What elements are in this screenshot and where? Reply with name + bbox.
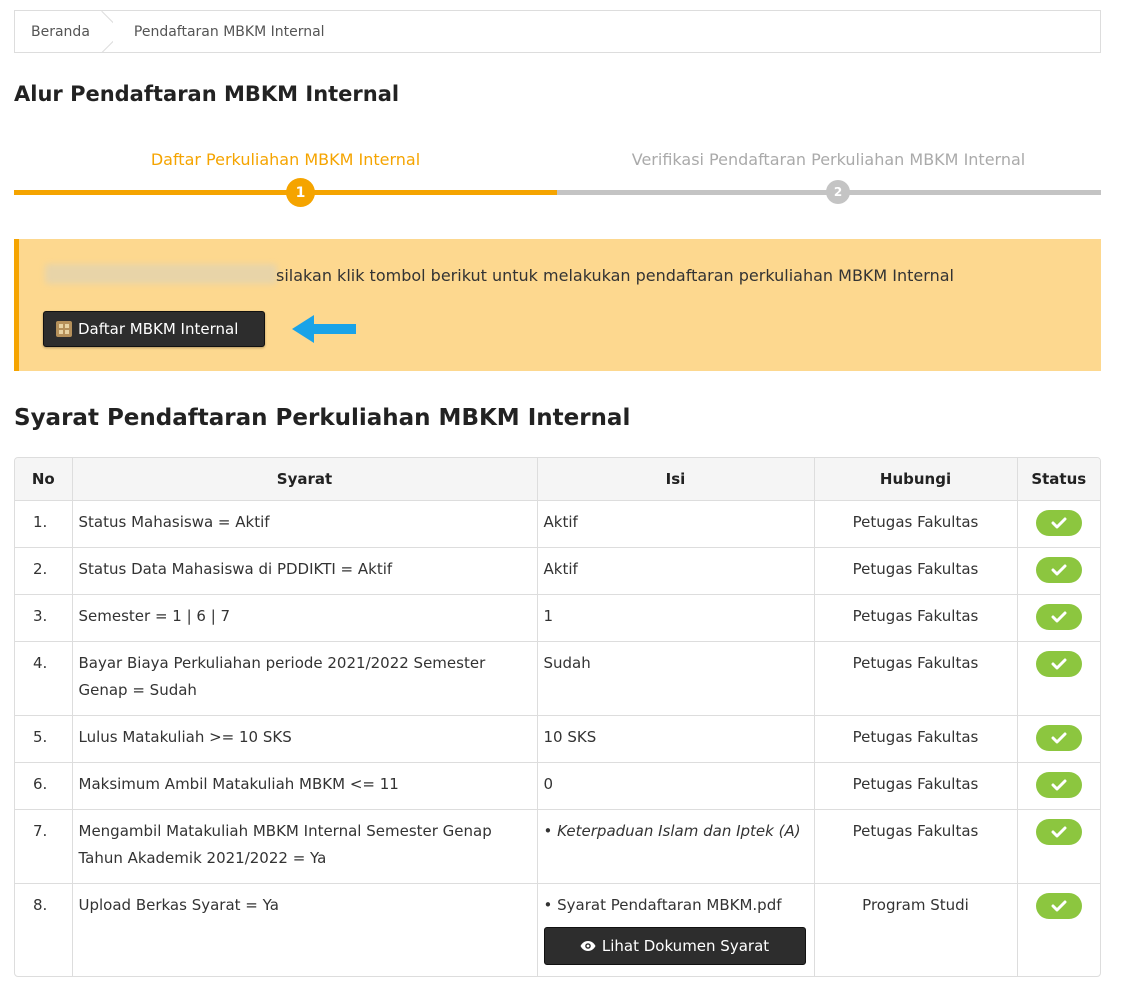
status-ok-badge: [1035, 771, 1082, 798]
student-name-redacted: [45, 264, 277, 284]
cell-syarat: Status Data Mahasiswa di PDDIKTI = Aktif: [72, 546, 538, 594]
breadcrumb-current: Pendaftaran MBKM Internal: [106, 11, 325, 52]
cell-hubungi: Petugas Fakultas: [814, 593, 1018, 641]
status-ok-badge: [1035, 892, 1082, 919]
requirements-table: No Syarat Isi Hubungi Status 1. Status M…: [14, 457, 1101, 977]
check-icon: [1051, 658, 1067, 669]
cell-no: 6.: [15, 761, 73, 809]
cell-no: 4.: [15, 640, 73, 715]
column-header-status: Status: [1017, 458, 1100, 501]
cell-syarat: Upload Berkas Syarat = Ya: [72, 882, 538, 976]
arrow-left-icon: [292, 315, 356, 343]
cell-syarat: Mengambil Matakuliah MBKM Internal Semes…: [72, 808, 538, 883]
cell-isi: Aktif: [537, 546, 815, 594]
check-icon: [1051, 564, 1067, 575]
check-icon: [1051, 779, 1067, 790]
cell-isi: Sudah: [537, 640, 815, 715]
cell-isi: Aktif: [537, 500, 815, 547]
cell-syarat: Lulus Matakuliah >= 10 SKS: [72, 714, 538, 762]
eye-icon: [580, 940, 596, 951]
step-1-indicator: 1: [286, 178, 315, 207]
view-document-button[interactable]: Lihat Dokumen Syarat: [543, 926, 806, 965]
cell-syarat: Semester = 1 | 6 | 7: [72, 593, 538, 641]
column-header-hubungi: Hubungi: [814, 458, 1018, 501]
step-1-label: Daftar Perkuliahan MBKM Internal: [150, 150, 421, 169]
status-ok-badge: [1035, 724, 1082, 751]
check-icon: [1051, 611, 1067, 622]
check-icon: [1051, 900, 1067, 911]
cell-syarat: Status Mahasiswa = Aktif: [72, 500, 538, 547]
page-title: Alur Pendaftaran MBKM Internal: [14, 82, 400, 106]
column-header-isi: Isi: [537, 458, 815, 501]
view-document-button-label: Lihat Dokumen Syarat: [601, 936, 770, 955]
cell-status: [1017, 714, 1100, 762]
cell-hubungi: Petugas Fakultas: [814, 714, 1018, 762]
table-row: 1. Status Mahasiswa = Aktif Aktif Petuga…: [15, 500, 1100, 547]
cell-isi: 1: [537, 593, 815, 641]
daftar-mbkm-button-label: Daftar MBKM Internal: [78, 320, 239, 338]
cell-status: [1017, 500, 1100, 547]
cell-status: [1017, 882, 1100, 976]
cell-status: [1017, 808, 1100, 883]
breadcrumb-home-label: Beranda: [31, 23, 90, 40]
university-logo-icon: [56, 321, 72, 337]
breadcrumb-home-link[interactable]: Beranda: [15, 11, 106, 52]
requirements-title: Syarat Pendaftaran Perkuliahan MBKM Inte…: [14, 405, 631, 431]
cell-isi: • Syarat Pendaftaran MBKM.pdf Lihat Doku…: [537, 882, 815, 976]
cell-status: [1017, 640, 1100, 715]
step-2-label: Verifikasi Pendaftaran Perkuliahan MBKM …: [631, 150, 1026, 169]
table-row: 2. Status Data Mahasiswa di PDDIKTI = Ak…: [15, 546, 1100, 594]
cell-no: 3.: [15, 593, 73, 641]
status-ok-badge: [1035, 509, 1082, 536]
status-ok-badge: [1035, 818, 1082, 845]
status-ok-badge: [1035, 650, 1082, 677]
cell-isi: • Keterpaduan Islam dan Iptek (A): [537, 808, 815, 883]
cell-no: 2.: [15, 546, 73, 594]
cell-hubungi: Program Studi: [814, 882, 1018, 976]
document-name: • Syarat Pendaftaran MBKM.pdf: [543, 895, 782, 914]
cell-no: 7.: [15, 808, 73, 883]
progress-stepper: Daftar Perkuliahan MBKM Internal Verifik…: [14, 140, 1101, 210]
status-ok-badge: [1035, 603, 1082, 630]
cell-syarat-text: Bayar Biaya Perkuliahan periode 2021/202…: [78, 653, 486, 699]
status-ok-badge: [1035, 556, 1082, 583]
check-icon: [1051, 517, 1067, 528]
cell-hubungi: Petugas Fakultas: [814, 500, 1018, 547]
table-row: 3. Semester = 1 | 6 | 7 1 Petugas Fakult…: [15, 593, 1100, 641]
table-row: 8. Upload Berkas Syarat = Ya • Syarat Pe…: [15, 882, 1100, 976]
cell-status: [1017, 546, 1100, 594]
cell-no: 1.: [15, 500, 73, 547]
cell-hubungi: Petugas Fakultas: [814, 761, 1018, 809]
check-icon: [1051, 732, 1067, 743]
daftar-mbkm-button[interactable]: Daftar MBKM Internal: [43, 311, 265, 347]
table-row: 5. Lulus Matakuliah >= 10 SKS 10 SKS Pet…: [15, 714, 1100, 762]
table-header-row: No Syarat Isi Hubungi Status: [15, 458, 1100, 501]
cell-hubungi: Petugas Fakultas: [814, 808, 1018, 883]
table-row: 7. Mengambil Matakuliah MBKM Internal Se…: [15, 808, 1100, 883]
cell-isi: 10 SKS: [537, 714, 815, 762]
breadcrumb-current-label: Pendaftaran MBKM Internal: [133, 23, 325, 40]
column-header-syarat: Syarat: [72, 458, 538, 501]
cell-status: [1017, 593, 1100, 641]
column-header-no: No: [15, 458, 73, 501]
alert-message: silakan klik tombol berikut untuk melaku…: [276, 266, 954, 285]
step-2-indicator: 2: [826, 180, 850, 204]
cell-no: 5.: [15, 714, 73, 762]
cell-syarat-text: Mengambil Matakuliah MBKM Internal Semes…: [78, 821, 492, 867]
cell-syarat: Maksimum Ambil Matakuliah MBKM <= 11: [72, 761, 538, 809]
cell-isi: 0: [537, 761, 815, 809]
cell-status: [1017, 761, 1100, 809]
breadcrumb: Beranda Pendaftaran MBKM Internal: [14, 10, 1101, 53]
registration-alert: silakan klik tombol berikut untuk melaku…: [14, 239, 1101, 371]
cell-no: 8.: [15, 882, 73, 976]
check-icon: [1051, 826, 1067, 837]
cell-hubungi: Petugas Fakultas: [814, 640, 1018, 715]
table-row: 6. Maksimum Ambil Matakuliah MBKM <= 11 …: [15, 761, 1100, 809]
table-row: 4. Bayar Biaya Perkuliahan periode 2021/…: [15, 640, 1100, 715]
cell-syarat: Bayar Biaya Perkuliahan periode 2021/202…: [72, 640, 538, 715]
cell-hubungi: Petugas Fakultas: [814, 546, 1018, 594]
